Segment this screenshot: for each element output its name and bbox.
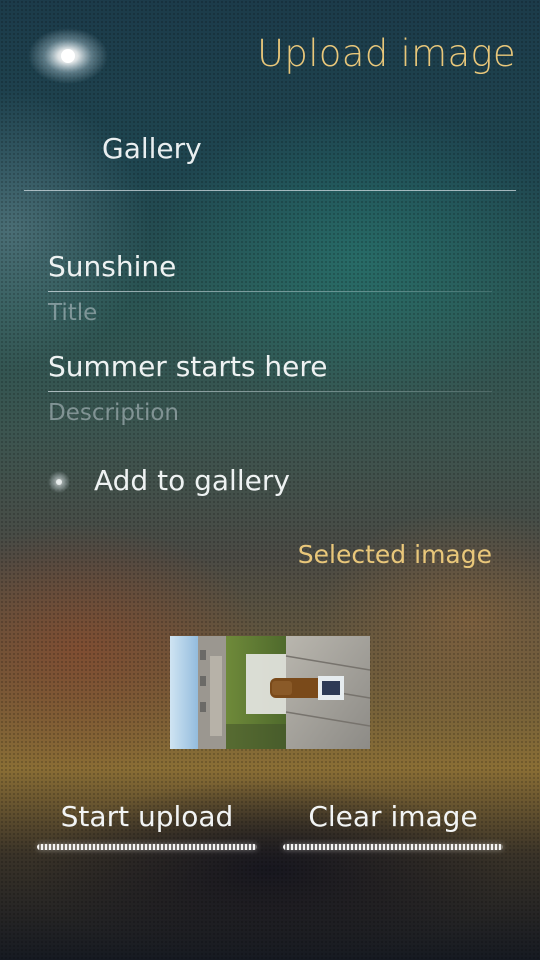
start-upload-label: Start upload [60, 800, 234, 833]
pulley-menu-indicator-icon[interactable] [28, 26, 108, 86]
description-field-label: Description [48, 400, 179, 426]
clear-image-label: Clear image [308, 800, 478, 833]
clear-image-button[interactable]: Clear image [283, 796, 503, 856]
title-field[interactable]: Sunshine Title [48, 246, 492, 326]
description-field-value[interactable]: Summer starts here [48, 346, 492, 388]
selected-image-header: Selected image [297, 540, 492, 569]
upload-target-combo[interactable]: Gallery [24, 120, 516, 191]
description-field[interactable]: Summer starts here Description [48, 346, 492, 426]
selected-image-thumbnail[interactable] [170, 636, 370, 749]
upload-image-page: Upload image Gallery Sunshine Title Summ… [0, 0, 540, 960]
start-upload-button[interactable]: Start upload [37, 796, 257, 856]
title-field-underline [48, 291, 492, 292]
description-field-underline [48, 391, 492, 392]
add-to-gallery-label: Add to gallery [94, 464, 290, 497]
add-to-gallery-switch[interactable]: Add to gallery [40, 458, 340, 508]
title-field-value[interactable]: Sunshine [48, 246, 492, 288]
clear-image-highlight [283, 844, 503, 850]
page-title: Upload image [257, 32, 516, 75]
title-field-label: Title [48, 300, 98, 326]
combo-value: Gallery [102, 132, 202, 165]
start-upload-highlight [37, 844, 257, 850]
switch-indicator-icon[interactable] [48, 471, 70, 493]
